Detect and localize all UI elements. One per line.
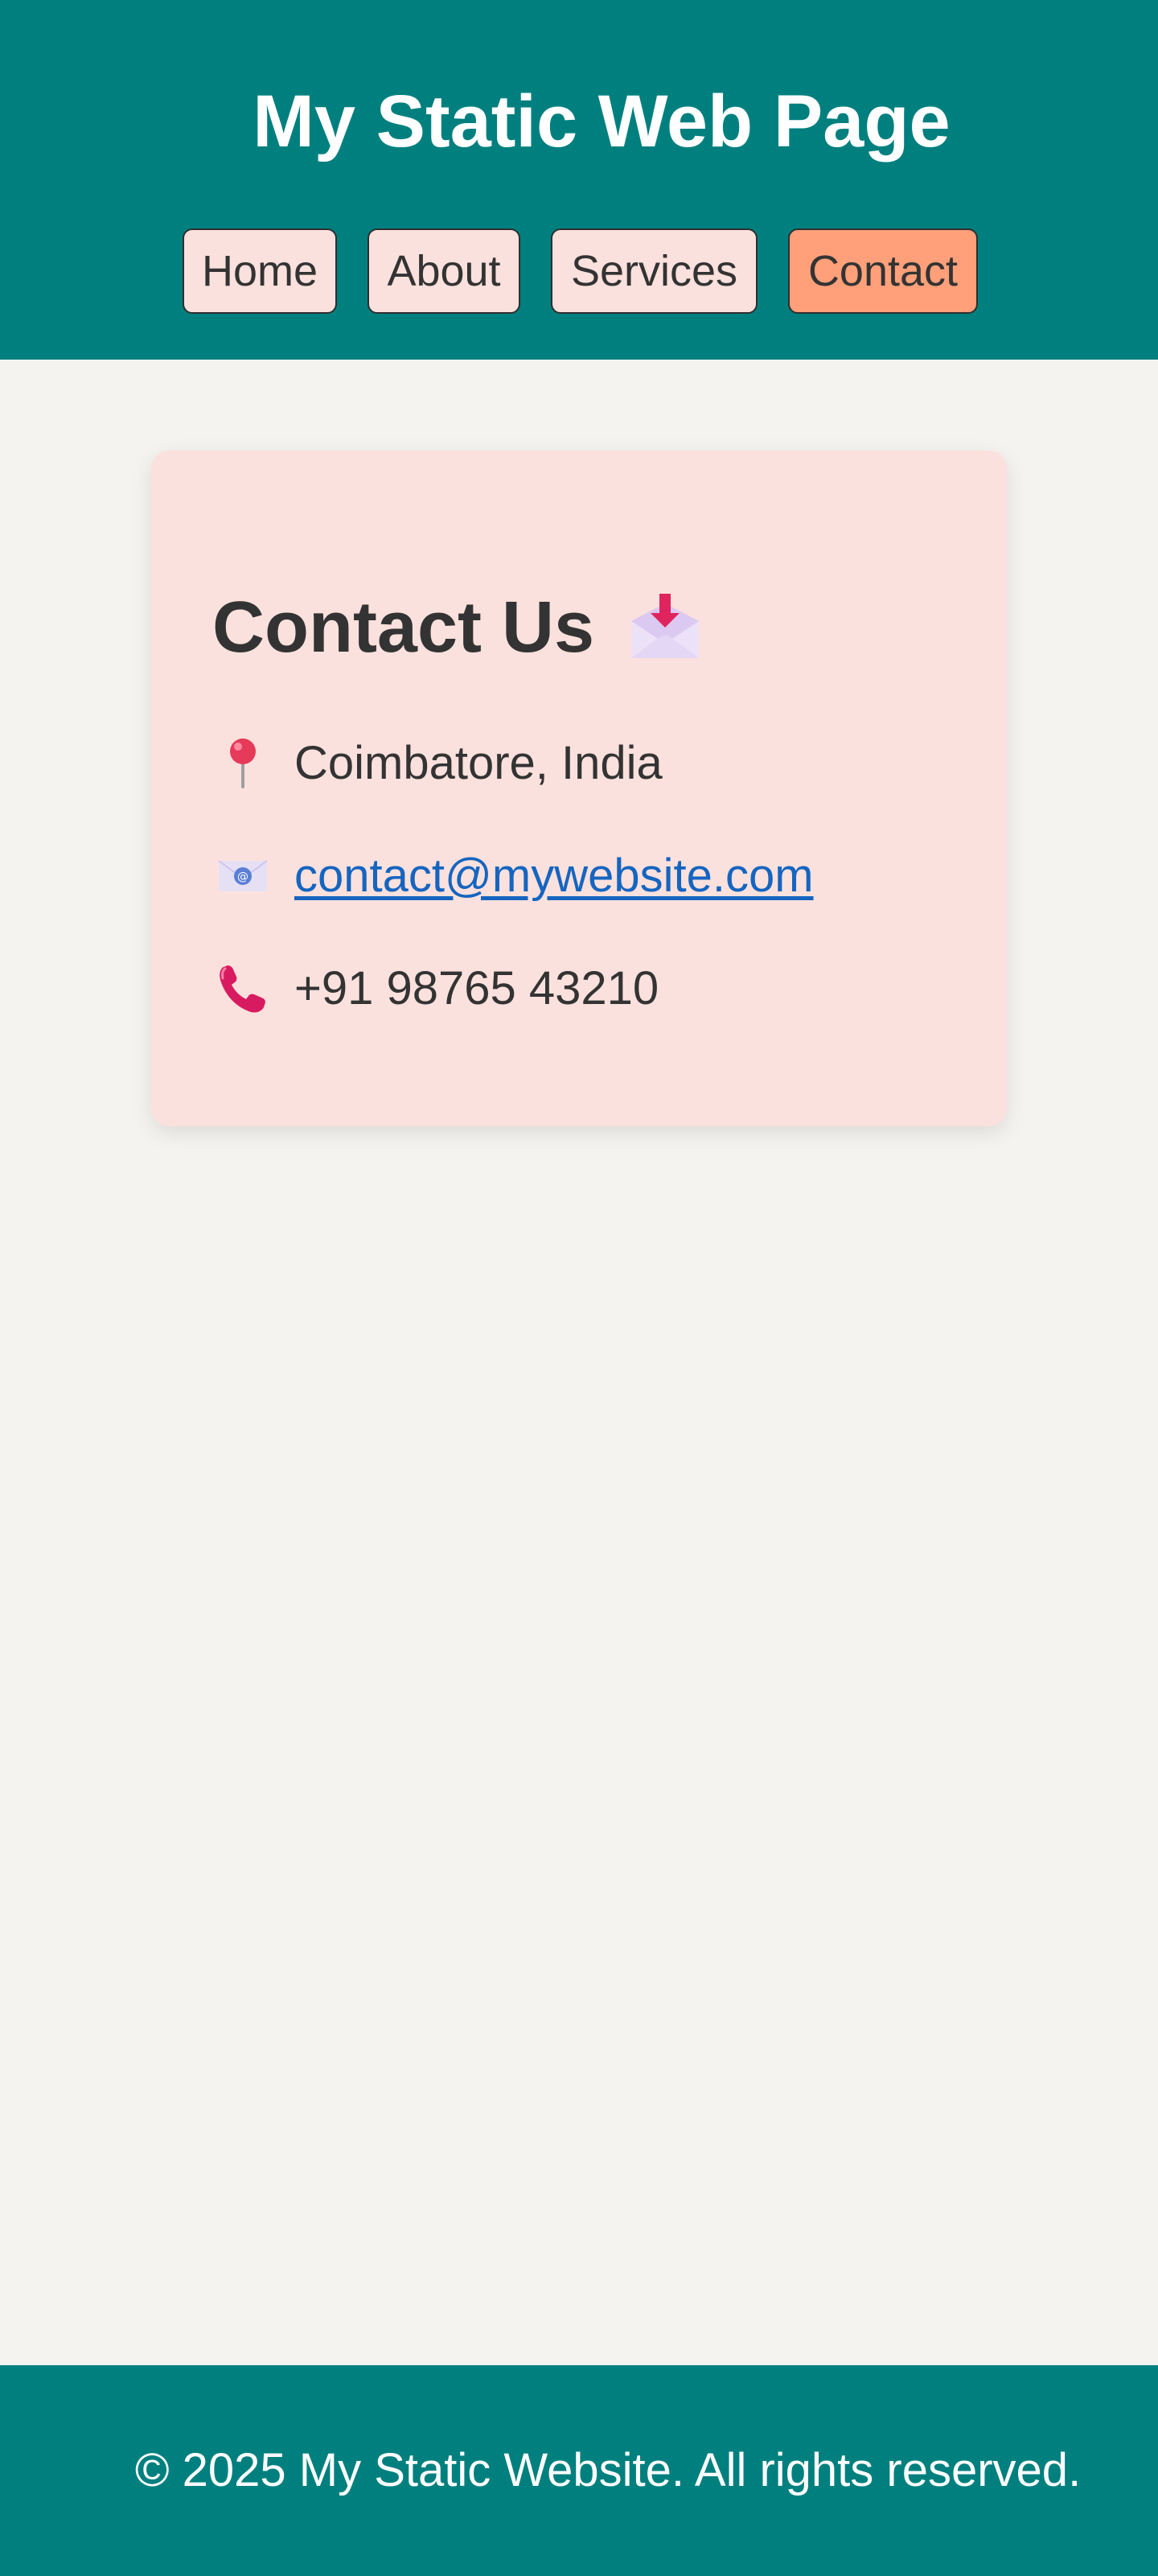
contact-title: Contact Us (212, 586, 595, 668)
contact-card: Contact Us Coimbatore, India @ contact@m… (151, 451, 1007, 1126)
envelope-with-arrow-icon (626, 589, 704, 666)
telephone-receiver-icon (216, 961, 270, 1015)
round-pushpin-icon (216, 735, 270, 790)
site-footer: © 2025 My Static Website. All rights res… (0, 2365, 1158, 2576)
phone-row: +91 98765 43210 (216, 956, 659, 1020)
contact-title-row: Contact Us (212, 579, 704, 676)
nav-about-button[interactable]: About (368, 228, 520, 314)
main-nav: Home About Services Contact (0, 228, 1158, 314)
svg-text:@: @ (237, 870, 248, 883)
email-link[interactable]: contact@mywebsite.com (294, 849, 814, 903)
email-row: @ contact@mywebsite.com (216, 843, 814, 907)
nav-services-button[interactable]: Services (551, 228, 758, 314)
location-text: Coimbatore, India (294, 736, 663, 789)
location-row: Coimbatore, India (216, 730, 663, 795)
nav-contact-button[interactable]: Contact (788, 228, 978, 314)
site-header: My Static Web Page Home About Services C… (0, 0, 1158, 360)
phone-text: +91 98765 43210 (294, 961, 659, 1014)
site-title: My Static Web Page (253, 80, 951, 163)
e-mail-icon: @ (216, 848, 270, 903)
nav-home-button[interactable]: Home (183, 228, 337, 314)
footer-copyright: © 2025 My Static Website. All rights res… (134, 2444, 1082, 2496)
